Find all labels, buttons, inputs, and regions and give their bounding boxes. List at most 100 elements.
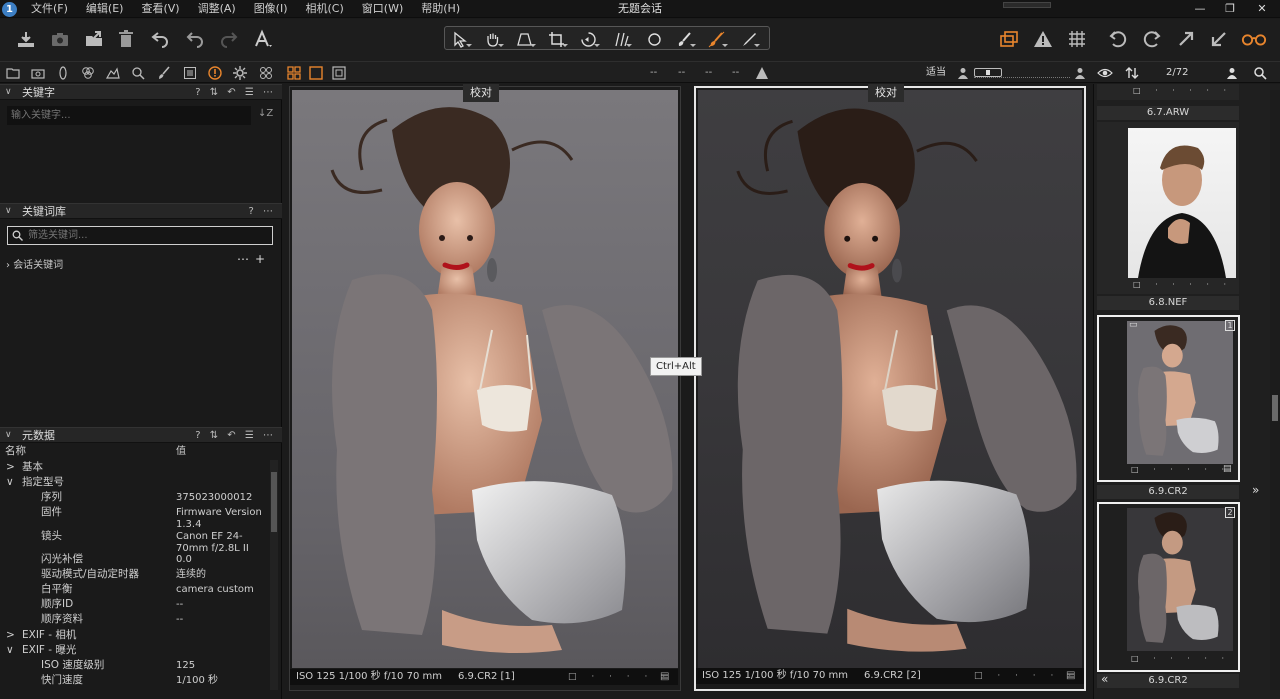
star-rating[interactable]: □ · · · · · — [974, 668, 1077, 684]
metadata-group-row[interactable]: ∨ 指定型号 — [0, 475, 270, 490]
straighten-icon[interactable] — [609, 29, 632, 49]
fit-label[interactable]: 适当 — [926, 62, 946, 84]
browser-scrollbar[interactable] — [1270, 90, 1280, 690]
pan-hand-icon[interactable] — [481, 29, 504, 49]
browser-search-icon[interactable] — [1252, 65, 1268, 81]
pick-color-icon[interactable] — [737, 29, 760, 49]
star-rating[interactable]: □ · · · · · — [1133, 86, 1232, 95]
browser-item-partial[interactable]: □ · · · · · — [1097, 84, 1239, 100]
color-tag-icon[interactable]: ▤ — [1066, 668, 1075, 684]
menu-edit[interactable]: 编辑(E) — [77, 0, 133, 18]
crop-icon[interactable] — [545, 29, 568, 49]
import-icon[interactable] — [14, 27, 38, 51]
menu-adjust[interactable]: 调整(A) — [189, 0, 245, 18]
tab-details-icon[interactable] — [130, 65, 146, 81]
minimize-button[interactable]: — — [1185, 0, 1215, 18]
photo-variant-1[interactable] — [292, 90, 678, 668]
close-button[interactable]: ✕ — [1247, 0, 1277, 18]
metadata-group-row[interactable]: > 基本 — [0, 460, 270, 475]
metadata-group-row[interactable]: ∨ EXIF - 曝光 — [0, 643, 270, 658]
rotate-right-icon[interactable] — [1140, 27, 1164, 51]
tab-output-icon[interactable] — [232, 65, 248, 81]
library-actions[interactable]: ⋯+ — [237, 252, 271, 266]
metadata-scroll-thumb[interactable] — [271, 472, 277, 532]
menu-image[interactable]: 图像(I) — [245, 0, 297, 18]
keywords-tool-header[interactable]: ∨ 关键字 ? ⇅ ↶ ☰ ⋯ — [0, 84, 282, 100]
single-view-icon[interactable] — [308, 65, 324, 81]
multi-view-icon[interactable] — [286, 65, 302, 81]
zoom-out-person-icon[interactable] — [955, 65, 971, 81]
brush-icon[interactable] — [673, 29, 696, 49]
grid-icon[interactable] — [1065, 27, 1089, 51]
collapse-stack-icon[interactable]: « — [1101, 672, 1108, 686]
expand-caret-icon[interactable]: ∨ — [6, 643, 14, 658]
tab-batch-icon[interactable] — [258, 65, 274, 81]
tab-library-icon[interactable] — [5, 65, 21, 81]
tab-metadata-icon[interactable] — [207, 65, 223, 81]
keystone-icon[interactable] — [513, 29, 536, 49]
maximize-button[interactable]: ❐ — [1215, 0, 1245, 18]
menu-view[interactable]: 查看(V) — [132, 0, 188, 18]
tool-header-icons[interactable]: ? ⋯ — [249, 204, 277, 219]
camera-icon[interactable] — [48, 27, 72, 51]
tab-capture-icon[interactable] — [30, 65, 46, 81]
rotate-left-icon[interactable] — [1106, 27, 1130, 51]
tab-lens-icon[interactable] — [55, 65, 71, 81]
before-after-icon[interactable] — [997, 27, 1021, 51]
star-rating[interactable]: □ · · · · · — [568, 669, 671, 685]
select-pointer-icon[interactable] — [449, 29, 472, 49]
star-rating[interactable]: □ · · · · · — [1133, 280, 1232, 289]
expand-stack-icon[interactable]: » — [1252, 483, 1259, 497]
collapse-icon[interactable] — [1207, 27, 1231, 51]
keyword-filter-input[interactable] — [7, 226, 273, 245]
fit-view-icon[interactable] — [331, 65, 347, 81]
collapse-caret-icon[interactable]: ∨ — [5, 428, 12, 443]
viewer-frame-1[interactable]: ISO 125 1/100 秒 f/10 70 mm 6.9.CR2 [1] □… — [289, 86, 681, 691]
star-rating[interactable]: □ · · · · · — [1131, 654, 1230, 663]
browser-item[interactable]: □ · · · · · — [1097, 122, 1239, 294]
browser-person-icon[interactable] — [1224, 65, 1240, 81]
browser-item-selected[interactable]: 2 □ · · · · · — [1097, 502, 1240, 672]
photo-variant-2[interactable] — [698, 90, 1082, 668]
rotate-icon[interactable] — [577, 29, 600, 49]
zoom-slider[interactable] — [974, 68, 1070, 78]
exposure-warning-icon[interactable] — [1031, 27, 1055, 51]
viewer-frame-2[interactable]: ISO 125 1/100 秒 f/10 70 mm 6.9.CR2 [2] □… — [694, 86, 1086, 691]
tab-color-icon[interactable] — [80, 65, 96, 81]
menu-window[interactable]: 窗口(W) — [353, 0, 412, 18]
redo-icon[interactable] — [217, 27, 241, 51]
undo-icon[interactable] — [183, 27, 207, 51]
browser-item-selected[interactable]: ▭ 1 □ · · · · · ▤ — [1097, 315, 1240, 482]
metadata-tool-header[interactable]: ∨ 元数据 ? ⇅ ↶ ☰ ⋯ — [0, 427, 282, 443]
sort-icon[interactable] — [1124, 65, 1140, 81]
collapse-caret-icon[interactable]: ∨ — [5, 204, 12, 219]
collapse-caret-icon[interactable]: ∨ — [5, 85, 12, 100]
menu-camera[interactable]: 相机(C) — [297, 0, 353, 18]
view-eye-icon[interactable] — [1096, 65, 1114, 81]
eraser-icon[interactable] — [705, 29, 728, 49]
session-keywords-row[interactable]: › 会话关键词 — [6, 256, 63, 271]
star-rating[interactable]: □ · · · · · — [1131, 465, 1230, 474]
keyword-library-header[interactable]: ∨ 关键词库 ? ⋯ — [0, 203, 282, 219]
color-tag-icon[interactable]: ▤ — [1223, 464, 1232, 474]
sort-az-icon[interactable]: ↓Z — [258, 108, 273, 119]
glasses-icon[interactable] — [1240, 27, 1268, 51]
expand-caret-icon[interactable]: > — [6, 628, 15, 643]
tool-header-icons[interactable]: ? ⇅ ↶ ☰ ⋯ — [195, 85, 276, 100]
tool-header-icons[interactable]: ? ⇅ ↶ ☰ ⋯ — [195, 428, 276, 443]
menu-file[interactable]: 文件(F) — [22, 0, 77, 18]
keyword-input[interactable] — [7, 106, 251, 125]
spot-removal-icon[interactable] — [643, 29, 665, 49]
expand-caret-icon[interactable]: > — [6, 460, 15, 475]
metadata-group-row[interactable]: > EXIF - 相机 — [0, 628, 270, 643]
expand-icon[interactable] — [1174, 27, 1198, 51]
text-style-icon[interactable] — [251, 27, 275, 51]
menu-help[interactable]: 帮助(H) — [412, 0, 469, 18]
undo-all-icon[interactable] — [148, 27, 172, 51]
expand-caret-icon[interactable]: › — [6, 260, 10, 271]
tab-local-adjust-icon[interactable] — [156, 65, 172, 81]
trash-icon[interactable] — [114, 27, 138, 51]
color-tag-icon[interactable]: ▤ — [660, 669, 669, 685]
browser-scroll-thumb[interactable] — [1272, 395, 1278, 421]
export-icon[interactable] — [82, 27, 106, 51]
